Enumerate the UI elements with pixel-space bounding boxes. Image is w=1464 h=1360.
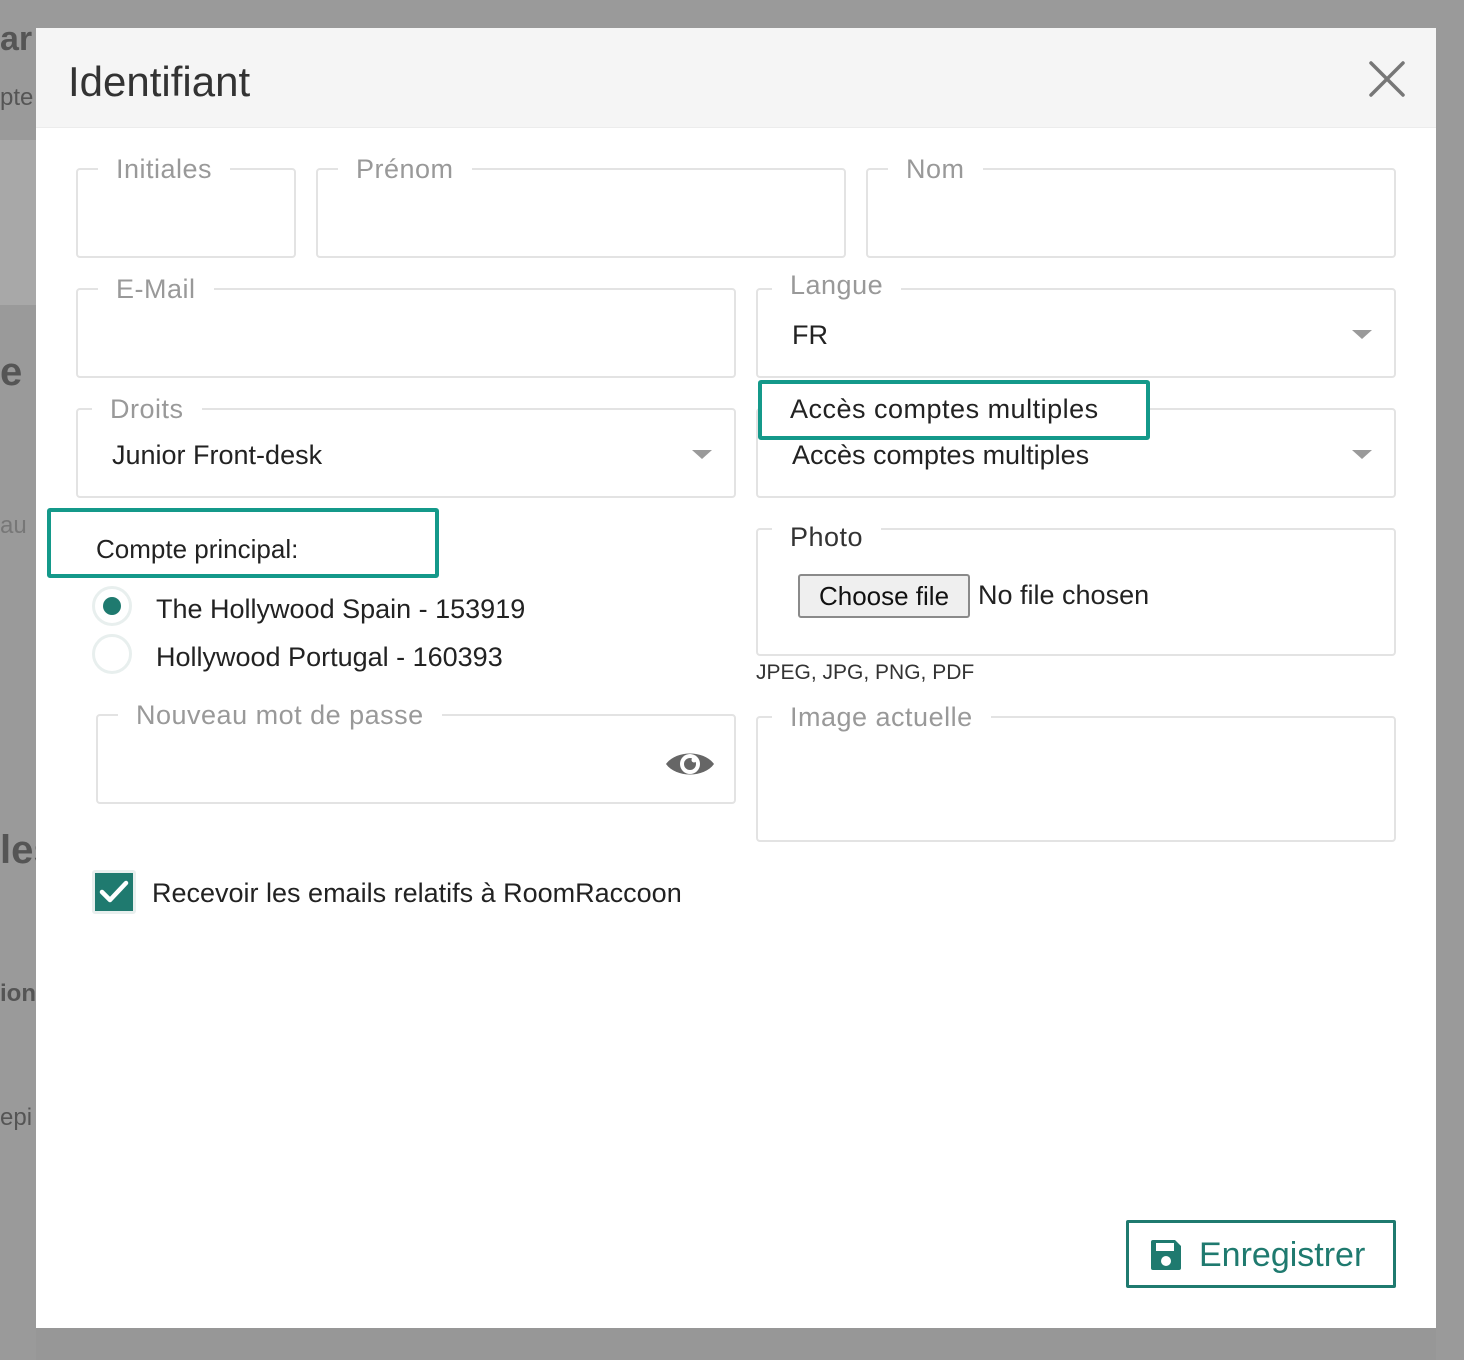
- password-label: Nouveau mot de passe: [118, 700, 442, 730]
- identifiant-modal: Identifiant Initiales Prénom Nom E-Mail …: [36, 28, 1436, 1328]
- photo-format-hint: JPEG, JPG, PNG, PDF: [756, 661, 975, 684]
- langue-label: Langue: [772, 270, 902, 300]
- droits-value: Junior Front-desk: [112, 440, 323, 470]
- acces-comptes-value: Accès comptes multiples: [792, 440, 1090, 470]
- compte-principal-label: Compte principal:: [96, 534, 299, 564]
- close-button[interactable]: [1368, 60, 1406, 98]
- background-text: ion: [0, 980, 36, 1007]
- floppy-disk-icon: [1151, 1240, 1181, 1270]
- prenom-label: Prénom: [338, 154, 472, 184]
- save-button[interactable]: Enregistrer: [1126, 1220, 1396, 1288]
- background-text: au: [0, 512, 27, 539]
- initiales-field[interactable]: Initiales: [76, 154, 296, 258]
- password-field[interactable]: Nouveau mot de passe: [96, 700, 736, 804]
- image-actuelle-label: Image actuelle: [772, 702, 991, 732]
- image-actuelle-field: Image actuelle: [756, 702, 1396, 842]
- droits-label: Droits: [92, 394, 202, 424]
- radio-hollywood-spain[interactable]: [92, 586, 132, 626]
- background-text: epi: [0, 1104, 33, 1131]
- droits-select[interactable]: Droits Junior Front-desk: [76, 394, 736, 498]
- photo-label: Photo: [772, 522, 882, 552]
- close-icon: [1369, 61, 1405, 97]
- background-text: pte: [0, 84, 34, 111]
- nom-field[interactable]: Nom: [866, 154, 1396, 258]
- email-label: E-Mail: [98, 274, 214, 304]
- photo-field: Photo Choose file No file chosen: [756, 522, 1396, 656]
- background-text: ar: [0, 20, 33, 58]
- choose-file-button[interactable]: Choose file: [798, 574, 970, 618]
- compte-principal-highlight: Compte principal:: [47, 508, 439, 578]
- langue-value: FR: [792, 320, 828, 350]
- emails-checkbox-label: Recevoir les emails relatifs à RoomRacco…: [152, 878, 682, 908]
- eye-icon[interactable]: [664, 746, 716, 782]
- background-bottom-row: [36, 1328, 1436, 1360]
- prenom-field[interactable]: Prénom: [316, 154, 846, 258]
- chevron-down-icon: [692, 450, 712, 459]
- modal-title: Identifiant: [68, 58, 251, 105]
- acces-comptes-label: Accès comptes multiples: [790, 394, 1099, 424]
- checkmark-icon: [99, 880, 129, 903]
- modal-header: Identifiant: [36, 28, 1436, 128]
- chevron-down-icon: [1352, 330, 1372, 339]
- radio-label-hollywood-portugal: Hollywood Portugal - 160393: [156, 642, 503, 672]
- emails-checkbox[interactable]: [92, 870, 136, 914]
- save-label: Enregistrer: [1199, 1236, 1366, 1274]
- initiales-label: Initiales: [98, 154, 231, 184]
- background-strip: [0, 140, 36, 305]
- chevron-down-icon: [1352, 450, 1372, 459]
- radio-label-hollywood-spain: The Hollywood Spain - 153919: [156, 594, 526, 624]
- nom-label: Nom: [888, 154, 983, 184]
- langue-select[interactable]: Langue FR: [756, 270, 1396, 378]
- radio-hollywood-portugal[interactable]: [92, 634, 132, 674]
- acces-comptes-label-highlight: Accès comptes multiples: [758, 380, 1150, 440]
- email-field[interactable]: E-Mail: [76, 274, 736, 378]
- file-status: No file chosen: [978, 580, 1150, 610]
